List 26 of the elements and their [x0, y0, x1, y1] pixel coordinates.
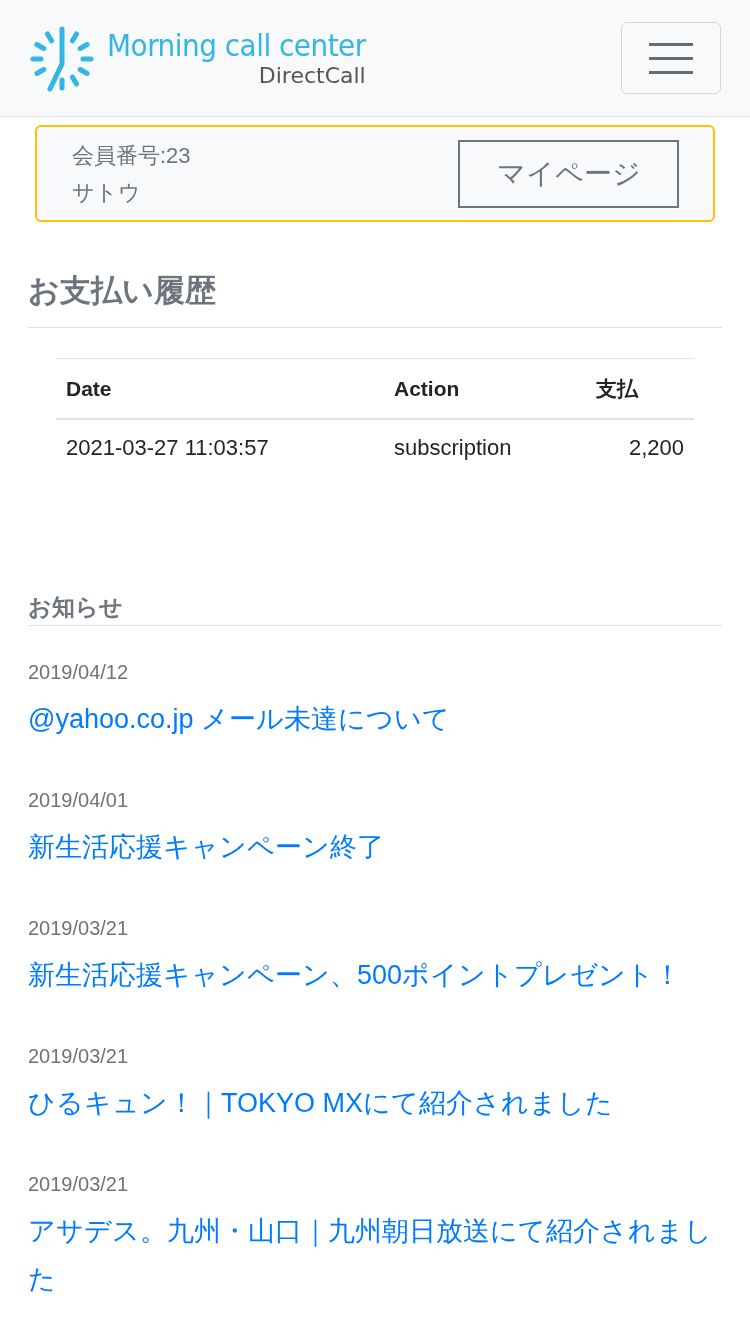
member-number: 会員番号:23: [72, 141, 191, 170]
column-header: Date: [66, 376, 112, 400]
table-cell: 2,200: [628, 434, 684, 460]
menu-button[interactable]: [621, 22, 721, 94]
logo-subtitle: DirectCall: [258, 63, 366, 89]
news-link[interactable]: 新生活応援キャンペーン終了: [28, 822, 384, 871]
table-cell: subscription: [394, 434, 512, 460]
payment-history-heading: お支払い履歴: [28, 272, 217, 310]
news-date: 2019/04/12: [28, 659, 129, 685]
news-date: 2019/03/21: [28, 1171, 129, 1197]
member-name: サトウ: [72, 178, 142, 207]
news-date: 2019/03/21: [28, 1043, 129, 1069]
column-header: Action: [394, 376, 460, 400]
news-date: 2019/03/21: [28, 915, 129, 941]
news-heading: お知らせ: [28, 592, 123, 622]
clock-logo-icon: [29, 26, 95, 92]
news-link[interactable]: アサデス。九州・山口｜九州朝日放送にて紹介されました: [28, 1206, 722, 1303]
column-header: 支払: [596, 376, 638, 400]
news-link[interactable]: 新生活応援キャンペーン、500ポイントプレゼント！: [28, 950, 682, 999]
mypage-button[interactable]: マイページ: [458, 139, 679, 208]
menu-icon: [649, 42, 693, 74]
table-cell: 2021-03-27 11:03:57: [66, 434, 269, 460]
news-date: 2019/04/01: [28, 787, 129, 813]
news-link[interactable]: @yahoo.co.jp メール未達について: [28, 694, 450, 743]
news-link[interactable]: ひるキュン！｜TOKYO MXにて紹介されました: [28, 1078, 614, 1127]
logo-title: Morning call center: [107, 27, 366, 63]
